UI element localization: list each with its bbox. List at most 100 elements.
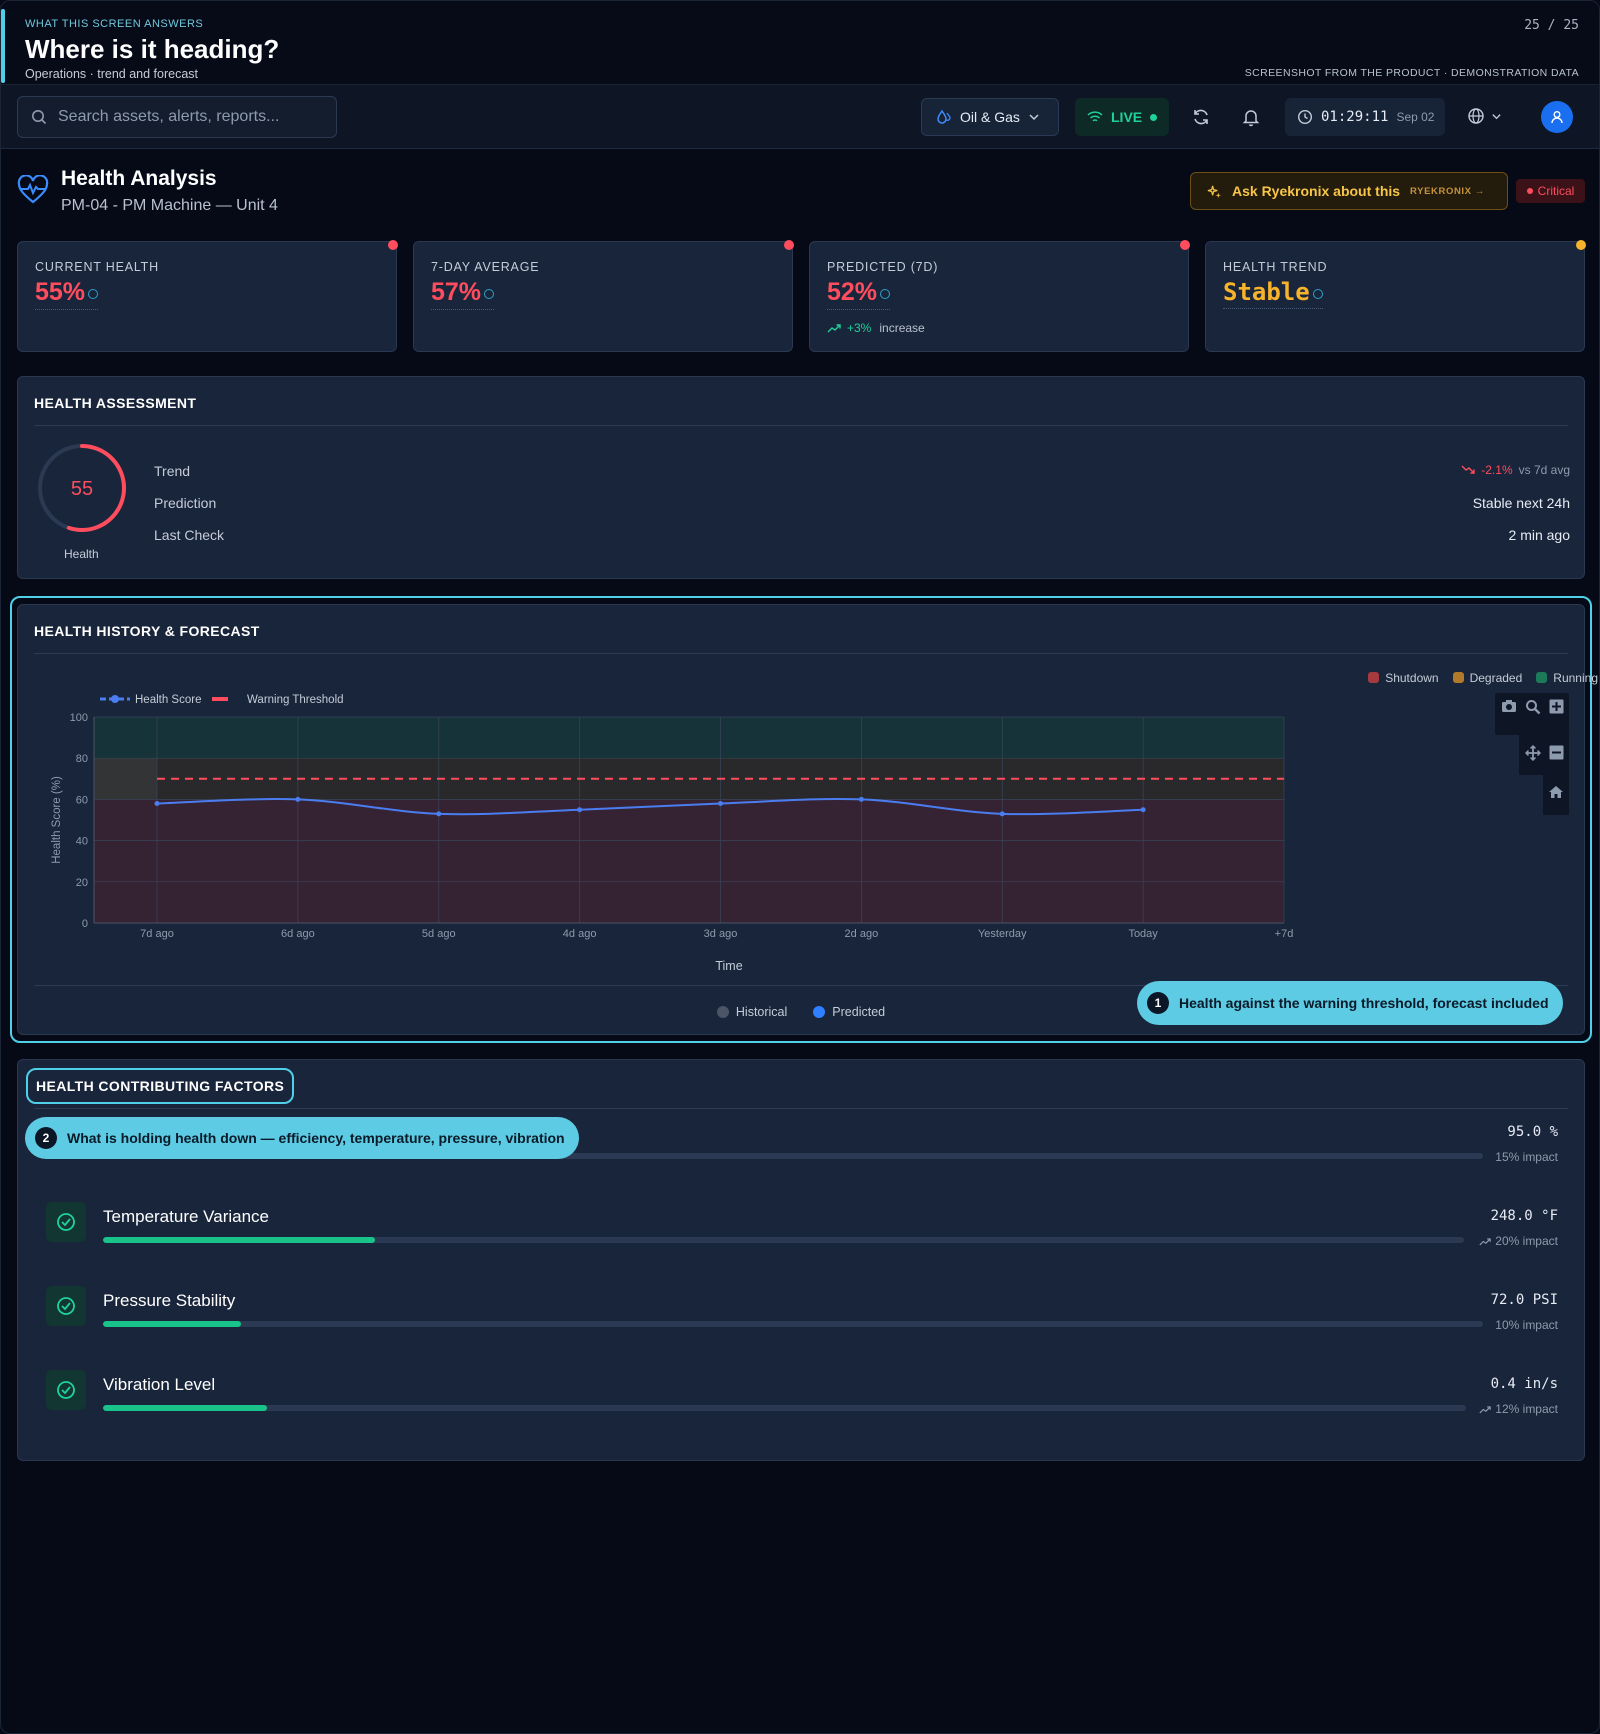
home-icon[interactable] [1548,785,1564,799]
health-score-point [295,796,301,802]
section-title: HEALTH HISTORY & FORECAST [34,623,260,639]
heart-pulse-icon [17,175,49,204]
factor-value: 72.0 PSI [1490,1292,1558,1308]
callout-number: 1 [1147,992,1169,1014]
search-input[interactable]: Search assets, alerts, reports... [17,96,337,138]
health-assessment-panel: HEALTH ASSESSMENT 55 Health Trend -2.1% … [17,376,1585,579]
factor-value: 248.0 °F [1490,1208,1558,1224]
factor-name: Temperature Variance [103,1207,269,1226]
page-counter: 25 / 25 [1524,18,1579,33]
factor-bar [103,1405,1466,1411]
status-dot [1526,188,1533,194]
stat-label: HEALTH TREND [1223,260,1328,274]
callout-number: 2 [35,1127,57,1149]
assessment-key: Last Check [154,527,225,543]
factor-row-temperature: Temperature Variance 248.0 °F 20% impact [46,1202,1558,1258]
status-band-offset [94,758,157,800]
x-tick-label: 5d ago [422,928,456,940]
search-placeholder: Search assets, alerts, reports... [58,108,280,125]
card-corner-indicator [1180,240,1190,250]
stat-label: CURRENT HEALTH [35,260,159,274]
app-window: WHAT THIS SCREEN ANSWERS Where is it hea… [0,0,1600,1734]
factor-impact: 20% impact [1479,1234,1558,1248]
chart-modebar-row2 [1519,735,1569,775]
y-tick-label: 100 [70,712,88,724]
info-icon[interactable] [1312,289,1323,299]
y-tick-label: 80 [76,753,88,765]
health-score-point [999,811,1005,817]
factor-bar [103,1237,1464,1243]
legend-historical[interactable]: Historical [716,1005,787,1019]
card-corner-indicator [784,240,794,250]
factor-row-vibration: Vibration Level 0.4 in/s 12% impact [46,1370,1558,1426]
industry-label: Oil & Gas [960,109,1020,125]
assessment-trend-value: -2.1% vs 7d avg [1461,463,1570,477]
stat-label: 7-DAY AVERAGE [431,260,540,274]
legend-health-label: Health Score [135,694,201,706]
health-chart[interactable]: 0 20 40 60 80 100 7d ago 6d ago 5d ago 4d ago 3d a… [18,677,1586,977]
stat-card-health-trend: HEALTH TREND Stable [1205,240,1586,352]
clock-time: 01:29:11 [1321,109,1389,125]
globe-icon [1468,108,1484,124]
status-band-2 [94,717,1284,759]
bell-icon[interactable] [1241,107,1261,127]
assessment-key: Prediction [154,495,217,511]
factor-bar-fill [103,1237,376,1243]
search-icon [32,110,47,125]
assessment-value: Stable next 24h [1472,495,1570,511]
clock-date: Sep 02 [1396,110,1435,124]
section-divider [34,653,1568,654]
stat-value: Stable [1223,278,1323,309]
stat-delta: +3% increase [827,321,925,335]
factor-value: 0.4 in/s [1490,1376,1558,1392]
factor-bar [103,1321,1483,1327]
caption-accent [1,9,5,83]
ask-ai-tag: RYEKRONIX → [1410,185,1485,197]
factor-impact: 12% impact [1479,1402,1558,1416]
language-selector[interactable] [1467,107,1502,125]
user-avatar[interactable] [1541,101,1573,133]
section-divider [34,425,1568,426]
zoom-icon[interactable] [1525,699,1541,715]
gauge-value: 55 [71,478,93,500]
zoom-out-icon[interactable] [1549,745,1564,760]
info-icon[interactable] [88,289,99,299]
legend-predicted[interactable]: Predicted [813,1005,885,1019]
x-tick-label: 6d ago [281,928,315,940]
trending-up-icon [827,324,841,333]
status-band-0 [94,799,1284,923]
health-score-point [154,801,160,807]
stat-value: 55% [35,278,99,310]
clock-icon [1297,109,1313,125]
x-tick-label: Yesterday [978,928,1027,940]
check-circle-icon [46,1370,86,1410]
info-icon[interactable] [880,289,891,299]
camera-icon[interactable] [1501,699,1517,713]
card-corner-indicator [1576,240,1586,250]
wifi-icon [1087,111,1103,122]
refresh-icon[interactable] [1191,107,1211,127]
ask-ai-button[interactable]: Ask Ryekronix about this RYEKRONIX → [1190,172,1508,210]
zoom-in-icon[interactable] [1549,699,1564,714]
factor-name: Vibration Level [103,1375,216,1394]
caption-bar: WHAT THIS SCREEN ANSWERS Where is it hea… [1,1,1599,85]
legend-threshold-label: Warning Threshold [247,694,344,706]
live-indicator[interactable]: LIVE [1075,98,1169,136]
stat-delta-value: +3% [847,321,872,335]
pan-icon[interactable] [1525,745,1541,761]
stat-label: PREDICTED (7D) [827,260,939,274]
factor-name: Pressure Stability [103,1291,236,1310]
factor-bar-fill [103,1405,267,1411]
gauge-label: Health [64,547,99,561]
health-score-point [577,807,583,813]
section-divider [34,1108,1568,1109]
live-dot [1150,113,1158,121]
chart-modebar-row1 [1495,693,1569,735]
info-icon[interactable] [484,289,495,299]
caption-note: SCREENSHOT FROM THE PRODUCT · DEMONSTRAT… [1244,67,1579,79]
industry-selector[interactable]: Oil & Gas [921,98,1059,136]
check-circle-icon [46,1202,86,1242]
assessment-value: 2 min ago [1508,527,1570,543]
stat-card-7day-average: 7-DAY AVERAGE 57% [413,240,794,352]
stat-delta-text: increase [879,321,925,335]
